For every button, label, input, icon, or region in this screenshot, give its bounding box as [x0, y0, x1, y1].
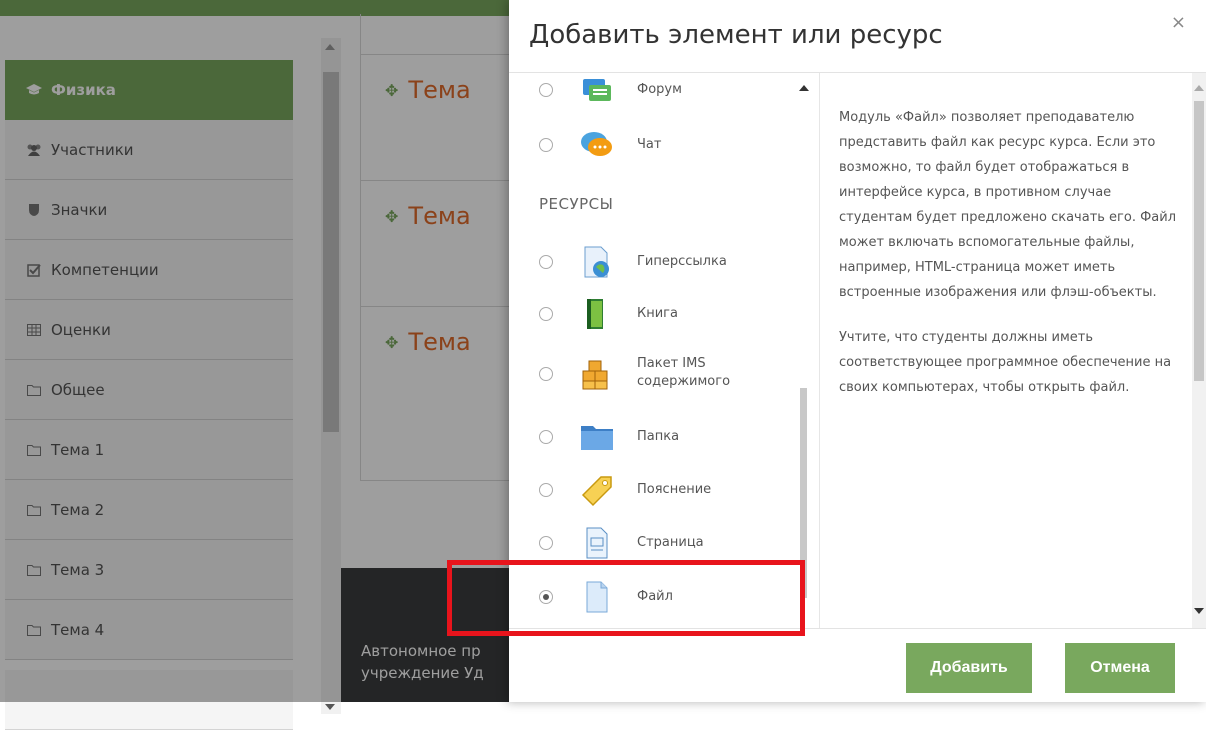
label-tag-icon	[579, 473, 615, 507]
scroll-down-arrow-icon[interactable]	[1194, 608, 1204, 614]
forum-icon	[579, 73, 615, 107]
radio-button[interactable]	[539, 137, 553, 152]
option-chat[interactable]: Чат	[509, 118, 799, 171]
option-url[interactable]: Гиперссылка	[509, 235, 799, 288]
radio-button[interactable]	[539, 306, 553, 321]
radio-button[interactable]	[539, 429, 553, 444]
radio-button[interactable]	[539, 535, 553, 550]
chat-icon	[579, 128, 615, 162]
option-label: Пояснение	[637, 481, 712, 497]
option-label: Форум	[637, 81, 682, 97]
url-icon	[579, 245, 615, 279]
module-chooser-list: Форум Чат РЕСУРСЫ Гиперссылка Книга Паке…	[509, 73, 820, 628]
close-icon[interactable]: ×	[1171, 12, 1186, 33]
description-paragraph: Учтите, что студенты должны иметь соотве…	[839, 330, 1172, 395]
description-text: Модуль «Файл» позволяет преподавателю пр…	[839, 105, 1184, 420]
radio-button[interactable]	[539, 254, 553, 269]
option-label: Чат	[637, 136, 662, 152]
scroll-up-arrow-icon[interactable]	[1194, 85, 1204, 91]
option-label: Книга	[637, 305, 678, 321]
resources-heading: РЕСУРСЫ	[539, 195, 614, 213]
modal-backdrop[interactable]	[0, 0, 509, 702]
modal-title: Добавить элемент или ресурс	[529, 20, 943, 50]
option-label: Пакет IMS содержимого	[637, 355, 730, 391]
option-ims-package[interactable]: Пакет IMS содержимого	[509, 347, 799, 400]
modal-footer: Добавить Отмена	[509, 628, 1206, 703]
folder-icon	[579, 420, 615, 454]
add-button[interactable]: Добавить	[906, 643, 1032, 693]
modal-header: Добавить элемент или ресурс ×	[509, 0, 1206, 73]
radio-button[interactable]	[539, 82, 553, 97]
description-paragraph: Модуль «Файл» позволяет преподавателю пр…	[839, 110, 1177, 300]
description-scrollbar[interactable]	[1192, 73, 1206, 628]
radio-button[interactable]	[539, 366, 553, 381]
option-label-line: содержимого	[637, 374, 731, 389]
option-label: Папка	[637, 428, 680, 444]
scrollbar-thumb[interactable]	[1194, 101, 1204, 381]
option-label-line: Пакет IMS	[637, 356, 706, 371]
option-label: Гиперссылка	[637, 253, 727, 269]
option-label: Страница	[637, 534, 704, 550]
option-book[interactable]: Книга	[509, 287, 799, 340]
option-forum[interactable]: Форум	[509, 73, 799, 116]
option-folder[interactable]: Папка	[509, 410, 799, 463]
option-label-resource[interactable]: Пояснение	[509, 463, 799, 516]
scroll-down-arrow-icon[interactable]	[325, 704, 335, 710]
scroll-up-arrow-icon[interactable]	[799, 85, 809, 91]
radio-button[interactable]	[539, 482, 553, 497]
module-description: Модуль «Файл» позволяет преподавателю пр…	[819, 73, 1206, 628]
highlight-annotation	[447, 560, 805, 636]
chooser-scrollbar[interactable]	[797, 73, 811, 628]
ims-package-icon	[579, 357, 615, 391]
page-icon	[579, 526, 615, 560]
book-icon	[579, 297, 615, 331]
cancel-button[interactable]: Отмена	[1065, 643, 1175, 693]
